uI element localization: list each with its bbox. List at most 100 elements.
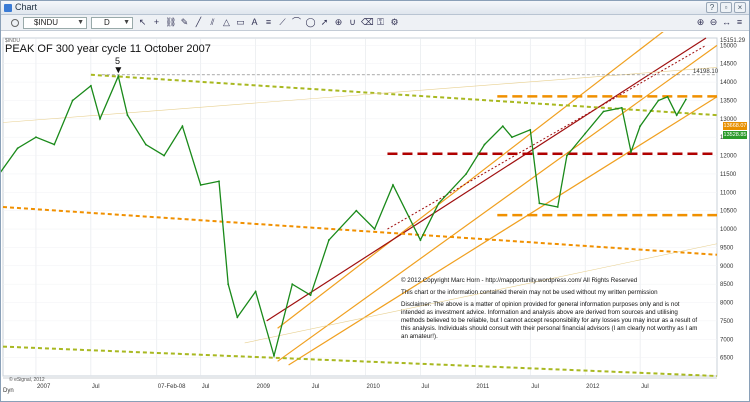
price-point[interactable] xyxy=(529,128,532,131)
price-box-current: 13528.85 xyxy=(723,131,747,139)
zoom-out-icon[interactable]: ⊖ xyxy=(708,17,719,28)
price-point[interactable] xyxy=(602,110,605,113)
ray-icon[interactable]: ⟋ xyxy=(277,17,288,28)
symbol-link-icon[interactable] xyxy=(11,19,19,27)
eraser-icon[interactable]: ⌫ xyxy=(361,17,374,28)
y-tick-label: 14500 xyxy=(720,62,737,68)
y-top-label: 15151.29 xyxy=(720,38,746,44)
price-point[interactable] xyxy=(227,283,230,286)
price-point[interactable] xyxy=(218,180,220,183)
price-point[interactable] xyxy=(126,114,129,117)
price-point[interactable] xyxy=(199,184,202,186)
price-point[interactable] xyxy=(254,290,257,293)
price-point[interactable] xyxy=(71,99,74,102)
price-point[interactable] xyxy=(620,106,623,109)
y-tick-label: 15000 xyxy=(720,43,737,49)
interval-select[interactable]: D ▼ xyxy=(91,17,133,29)
ellipse-icon[interactable]: ◯ xyxy=(305,17,316,28)
trendline-icon[interactable]: ╱ xyxy=(193,17,204,28)
rectangle-icon[interactable]: ▭ xyxy=(235,17,246,28)
price-point[interactable] xyxy=(584,132,587,135)
resistance-label: 14198.10 xyxy=(693,69,719,75)
close-button[interactable]: × xyxy=(734,2,746,13)
price-point[interactable] xyxy=(99,117,101,120)
price-point[interactable] xyxy=(309,294,312,297)
drawing-tools: ↖ + ⛓ ✎ ╱ ⫽ △ ▭ A ≡ ⟋ ⌒ ◯ ➚ ⊕ ∪ ⌫ ⚿ ⚙ xyxy=(137,17,400,28)
symbol-dropdown-icon[interactable]: ▼ xyxy=(77,18,84,28)
price-point[interactable] xyxy=(556,206,559,208)
price-point[interactable] xyxy=(117,75,120,78)
price-point[interactable] xyxy=(89,84,92,87)
y-tick-label: 7000 xyxy=(720,337,734,343)
price-point[interactable] xyxy=(181,125,184,128)
price-point[interactable] xyxy=(291,283,294,286)
y-tick-label: 6500 xyxy=(720,356,734,362)
chart-toolbar: $INDU ▼ D ▼ ↖ + ⛓ ✎ ╱ ⫽ △ ▭ A ≡ ⟋ ⌒ ◯ ➚ … xyxy=(1,15,749,31)
pencil-icon[interactable]: ✎ xyxy=(179,17,190,28)
price-point[interactable] xyxy=(273,354,275,357)
arc-icon[interactable]: ⌒ xyxy=(291,17,302,28)
price-point[interactable] xyxy=(684,98,687,101)
channel-icon[interactable]: ⫽ xyxy=(207,17,218,28)
x-tick-label: Jul xyxy=(312,384,320,390)
price-point[interactable] xyxy=(675,114,678,117)
x-tick-label: 2007 xyxy=(37,384,51,390)
cursor-icon[interactable]: ↖ xyxy=(137,17,148,28)
symbol-input[interactable]: $INDU ▼ xyxy=(23,17,87,29)
lock-icon[interactable]: ⚿ xyxy=(375,17,386,28)
restore-button[interactable]: ▫ xyxy=(720,2,732,13)
cycle-icon[interactable]: ⊕ xyxy=(333,17,344,28)
help-button[interactable]: ? xyxy=(706,2,718,13)
price-point[interactable] xyxy=(630,150,632,153)
x-tick-label: Jul xyxy=(531,384,539,390)
price-point[interactable] xyxy=(501,125,504,128)
price-point[interactable] xyxy=(565,154,568,157)
x-tick-label: 2011 xyxy=(476,384,490,390)
price-point[interactable] xyxy=(144,143,147,146)
x-tick-label: Jul xyxy=(641,384,649,390)
price-point[interactable] xyxy=(16,147,19,150)
right-tools: ⊕ ⊖ ↔ ≡ xyxy=(695,17,745,28)
price-point[interactable] xyxy=(236,316,239,319)
price-point[interactable] xyxy=(327,239,330,241)
price-point[interactable] xyxy=(163,154,166,157)
window-buttons: ? ▫ × xyxy=(706,2,746,13)
price-point[interactable] xyxy=(392,184,394,186)
crosshair-icon[interactable]: + xyxy=(151,17,162,28)
price-point[interactable] xyxy=(657,99,660,102)
text-tool-icon[interactable]: A xyxy=(249,17,260,28)
interval-dropdown-icon[interactable]: ▼ xyxy=(123,18,130,28)
price-point[interactable] xyxy=(437,202,440,205)
price-point[interactable] xyxy=(483,143,486,146)
menu-icon[interactable]: ≡ xyxy=(734,17,745,28)
disclaimer-text: Disclaimer: The above is a matter of opi… xyxy=(401,301,698,340)
arrow-icon[interactable]: ➚ xyxy=(319,17,330,28)
price-chart[interactable]: 2007 Jul 07-Feb-08 Jul 2009 Jul 2010 Jul 2011 Jul… xyxy=(0,0,749,401)
price-point[interactable] xyxy=(419,239,422,241)
triangle-icon[interactable]: △ xyxy=(221,17,232,28)
settings-icon[interactable]: ⚙ xyxy=(389,17,400,28)
price-point[interactable] xyxy=(639,125,642,128)
dyn-label: Dyn xyxy=(3,388,14,394)
interval-value: D xyxy=(104,18,110,27)
price-point[interactable] xyxy=(538,202,541,205)
chart-area[interactable]: 2007 Jul 07-Feb-08 Jul 2009 Jul 2010 Jul 2011 Jul… xyxy=(0,0,749,401)
price-point[interactable] xyxy=(355,209,358,212)
price-point[interactable] xyxy=(666,95,669,98)
price-point[interactable] xyxy=(373,228,376,230)
link-icon[interactable]: ⛓ xyxy=(165,17,176,28)
price-point[interactable] xyxy=(35,136,37,139)
x-tick-label: 07-Feb-08 xyxy=(158,384,186,390)
price-point[interactable] xyxy=(511,136,513,139)
x-tick-label: Jul xyxy=(92,384,100,390)
price-point[interactable] xyxy=(465,173,468,175)
zoom-in-icon[interactable]: ⊕ xyxy=(695,17,706,28)
price-point[interactable] xyxy=(53,143,56,146)
fibonacci-icon[interactable]: ≡ xyxy=(263,17,274,28)
magnet-icon[interactable]: ∪ xyxy=(347,17,358,28)
peak-annotation: PEAK OF 300 year cycle 11 October 2007 xyxy=(5,43,211,55)
wave-5-label: 5 xyxy=(115,56,121,66)
x-tick-label: 2010 xyxy=(366,384,380,390)
scroll-icon[interactable]: ↔ xyxy=(721,17,732,28)
price-box-upper: 13668.07 xyxy=(723,122,747,130)
